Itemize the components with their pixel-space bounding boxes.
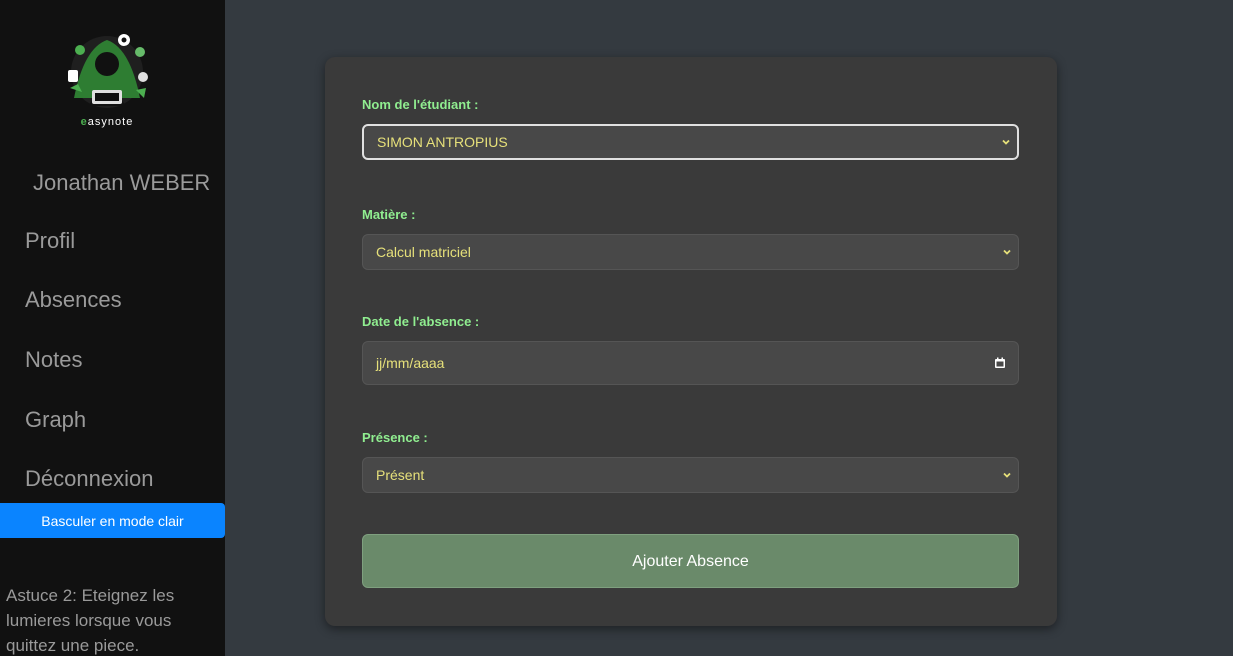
tip-text: Astuce 2: Eteignez les lumieres lorsque … bbox=[6, 586, 175, 655]
sidebar: easynote Jonathan WEBER Profil Absences … bbox=[0, 0, 225, 656]
nav-item-absences[interactable]: Absences bbox=[25, 287, 122, 313]
subject-select[interactable]: Calcul matriciel bbox=[362, 234, 1019, 270]
chevron-down-icon bbox=[1003, 249, 1011, 255]
toggle-light-mode-button[interactable]: Basculer en mode clair bbox=[0, 503, 225, 538]
chevron-down-icon bbox=[1002, 139, 1010, 145]
subject-select-value: Calcul matriciel bbox=[376, 244, 471, 260]
nav-item-graph[interactable]: Graph bbox=[25, 407, 86, 433]
logo-text-rest: asynote bbox=[87, 116, 134, 128]
date-input-value: jj/mm/aaaa bbox=[376, 355, 445, 371]
student-select-value: SIMON ANTROPIUS bbox=[377, 134, 508, 150]
date-input[interactable]: jj/mm/aaaa bbox=[362, 341, 1019, 385]
add-absence-button[interactable]: Ajouter Absence bbox=[362, 534, 1019, 588]
calendar-icon[interactable] bbox=[994, 357, 1006, 369]
logo-text-accent: e bbox=[80, 116, 88, 128]
easynote-logo-icon bbox=[68, 34, 148, 108]
nav-item-profil[interactable]: Profil bbox=[25, 228, 75, 254]
nav-item-notes[interactable]: Notes bbox=[25, 347, 82, 373]
student-label: Nom de l'étudiant : bbox=[362, 97, 479, 112]
logo-text: easynote bbox=[54, 116, 160, 128]
presence-select-value: Présent bbox=[376, 467, 425, 483]
date-label: Date de l'absence : bbox=[362, 314, 480, 329]
app-logo[interactable]: easynote bbox=[54, 28, 160, 134]
nav-item-deconnexion[interactable]: Déconnexion bbox=[25, 466, 153, 492]
subject-label: Matière : bbox=[362, 207, 416, 222]
presence-label: Présence : bbox=[362, 430, 428, 445]
chevron-down-icon bbox=[1003, 472, 1011, 478]
absence-form-card: Nom de l'étudiant : SIMON ANTROPIUS Mati… bbox=[325, 57, 1057, 626]
student-select[interactable]: SIMON ANTROPIUS bbox=[362, 124, 1019, 160]
user-name: Jonathan WEBER bbox=[33, 170, 211, 195]
presence-select[interactable]: Présent bbox=[362, 457, 1019, 493]
